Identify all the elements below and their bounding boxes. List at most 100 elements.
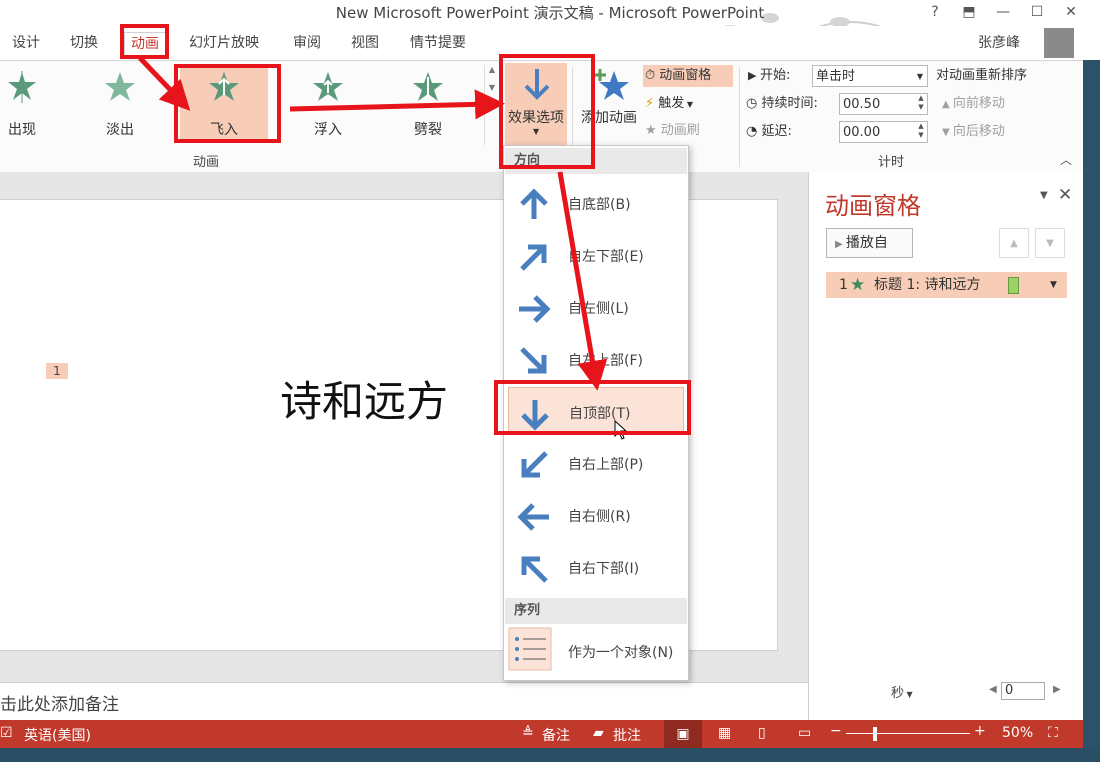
delay-label: ◔ 延迟: [746, 121, 792, 143]
trigger-button[interactable]: ⚡ 触发 ▼ [645, 93, 693, 115]
animation-painter-label: 动画刷 [660, 123, 700, 138]
animation-pane: 动画窗格 ▼ ✕ ▶ 播放自 ▲ ▼ 1 ★ 标题 1: 诗和远方 ▼ 秒 ▼ … [808, 172, 1084, 720]
animation-list-item[interactable]: 1 ★ 标题 1: 诗和远方 ▼ [826, 272, 1067, 298]
gallery-fade[interactable]: 淡出 [76, 67, 164, 141]
notes-area[interactable]: 击此处添加备注 [0, 682, 808, 721]
duration-input[interactable]: 00.50 ▲ ▼ [839, 93, 928, 115]
timeline-left-icon[interactable]: ◀ [989, 684, 997, 695]
tab-storyboard[interactable]: 情节提要 [410, 32, 466, 54]
duration-spinner[interactable]: ▲ ▼ [915, 94, 927, 114]
zoom-level[interactable]: 50% [1002, 725, 1033, 741]
reading-view-icon[interactable]: ▯ [758, 725, 766, 741]
pane-options-icon[interactable]: ▼ [1040, 190, 1048, 201]
gallery-label: 浮入 [314, 122, 342, 138]
split-star-icon [413, 72, 443, 101]
help-button[interactable]: ? [918, 0, 952, 24]
seconds-label: 秒 [891, 686, 905, 701]
sequence-as-one-object[interactable]: 作为一个对象(N) [508, 627, 684, 675]
play-icon: ▶ [748, 69, 760, 82]
delay-value: 00.00 [843, 125, 881, 140]
seconds-menu[interactable]: 秒 ▼ [891, 682, 913, 701]
zoom-in-button[interactable]: + [974, 723, 986, 739]
zoom-slider-track[interactable] [846, 733, 970, 734]
dropdown-item-label: 作为一个对象(N) [568, 645, 674, 661]
arrow-down-right-icon [520, 347, 547, 374]
appear-star-icon [8, 71, 36, 103]
delay-input[interactable]: 00.00 ▲ ▼ [839, 121, 928, 143]
notes-toggle[interactable]: 备注 [542, 725, 570, 745]
direction-from-left[interactable]: 自左侧(L) [508, 283, 684, 331]
move-up-button[interactable]: ▲ [999, 228, 1029, 258]
move-later-button[interactable]: ▼ 向后移动 [942, 121, 1005, 143]
direction-from-top-left[interactable]: 自左上部(F) [508, 335, 684, 383]
tab-review[interactable]: 审阅 [293, 32, 321, 54]
timeline-right-icon[interactable]: ▶ [1053, 684, 1061, 695]
tab-view[interactable]: 视图 [351, 32, 379, 54]
language-status[interactable]: 英语(美国) [24, 725, 91, 745]
annotation-box-animation-tab [120, 24, 169, 59]
item-menu-icon[interactable]: ▼ [1050, 272, 1057, 298]
start-select-value: 单击时 [816, 69, 856, 84]
direction-from-bottom-left[interactable]: 自左下部(E) [508, 231, 684, 279]
dropdown-item-label: 自左侧(L) [568, 301, 629, 317]
triangle-down-icon: ▼ [942, 127, 953, 138]
user-name[interactable]: 张彦峰 [978, 32, 1020, 54]
float-in-star-icon [313, 72, 343, 101]
close-pane-icon[interactable]: ✕ [1058, 185, 1072, 205]
close-button[interactable]: ✕ [1054, 0, 1088, 24]
gallery-split[interactable]: 劈裂 [384, 67, 472, 141]
arrow-up-left-icon [521, 556, 548, 583]
dropdown-item-label: 自左上部(F) [568, 353, 643, 369]
start-select[interactable]: 单击时 ▼ [812, 65, 928, 87]
move-earlier-button[interactable]: ▲ 向前移动 [942, 93, 1005, 115]
delay-label-text: 延迟: [761, 124, 792, 139]
gallery-label: 劈裂 [414, 122, 442, 138]
slideshow-icon[interactable]: ▭ [798, 725, 811, 741]
maximize-button[interactable]: ☐ [1020, 0, 1054, 24]
gallery-float-in[interactable]: 浮入 [284, 67, 372, 141]
notes-placeholder: 击此处添加备注 [0, 695, 119, 715]
dropdown-item-label: 自右上部(P) [568, 457, 644, 473]
zoom-out-button[interactable]: − [830, 723, 842, 739]
animation-painter-button[interactable]: ★ 动画刷 [645, 120, 700, 142]
play-from-button[interactable]: ▶ 播放自 [826, 228, 913, 258]
move-down-button[interactable]: ▼ [1035, 228, 1065, 258]
gallery-label: 出现 [8, 122, 36, 138]
reorder-label: 对动画重新排序 [936, 68, 1028, 83]
spellcheck-icon[interactable]: ☑ [0, 725, 13, 741]
lightning-icon: ⚡ [645, 96, 659, 111]
delay-spinner[interactable]: ▲ ▼ [915, 122, 927, 142]
tab-slideshow[interactable]: 幻灯片放映 [189, 32, 259, 54]
timing-bar[interactable] [1008, 277, 1019, 294]
sequence-header: 序列 [505, 598, 687, 624]
zoom-slider-thumb[interactable] [873, 727, 877, 741]
direction-from-bottom-right[interactable]: 自右下部(I) [508, 543, 684, 591]
move-later-label: 向后移动 [952, 124, 1005, 139]
arrow-down-left-icon [521, 451, 548, 478]
fit-slide-icon[interactable]: ⛶ [1048, 725, 1058, 741]
item-label: 标题 1: 诗和远方 [874, 277, 981, 293]
dropdown-item-label: 自右侧(R) [568, 509, 631, 525]
fade-star-icon [105, 72, 135, 101]
animation-pane-button[interactable]: ⏱ 动画窗格 [643, 65, 733, 87]
direction-from-bottom[interactable]: 自底部(B) [508, 179, 684, 227]
slide-title[interactable]: 诗和远方 [280, 368, 448, 429]
timeline-zoom[interactable]: 0 [1001, 682, 1045, 700]
minimize-button[interactable]: — [986, 0, 1020, 24]
group-label-animation: 动画 [193, 155, 220, 170]
gallery-scroll[interactable]: ▲ ▼ ⏷ [484, 65, 499, 145]
duration-label-text: 持续时间: [761, 96, 818, 111]
gallery-appear[interactable]: 出现 [0, 67, 66, 141]
collapse-ribbon-icon[interactable]: ︿ [1060, 151, 1072, 168]
slide-sorter-icon[interactable]: ▦ [718, 725, 731, 741]
comments-toggle[interactable]: 批注 [613, 725, 641, 745]
animation-order-marker[interactable]: 1 [46, 363, 68, 379]
direction-from-right[interactable]: 自右侧(R) [508, 491, 684, 539]
ribbon-display-icon[interactable]: ⬒ [952, 0, 986, 24]
item-index: 1 [839, 277, 848, 293]
tab-design[interactable]: 设计 [12, 32, 40, 54]
normal-view-icon[interactable]: ▣ [664, 720, 702, 748]
tab-transitions[interactable]: 切换 [70, 32, 98, 54]
avatar[interactable] [1044, 28, 1074, 58]
direction-from-top-right[interactable]: 自右上部(P) [508, 439, 684, 487]
